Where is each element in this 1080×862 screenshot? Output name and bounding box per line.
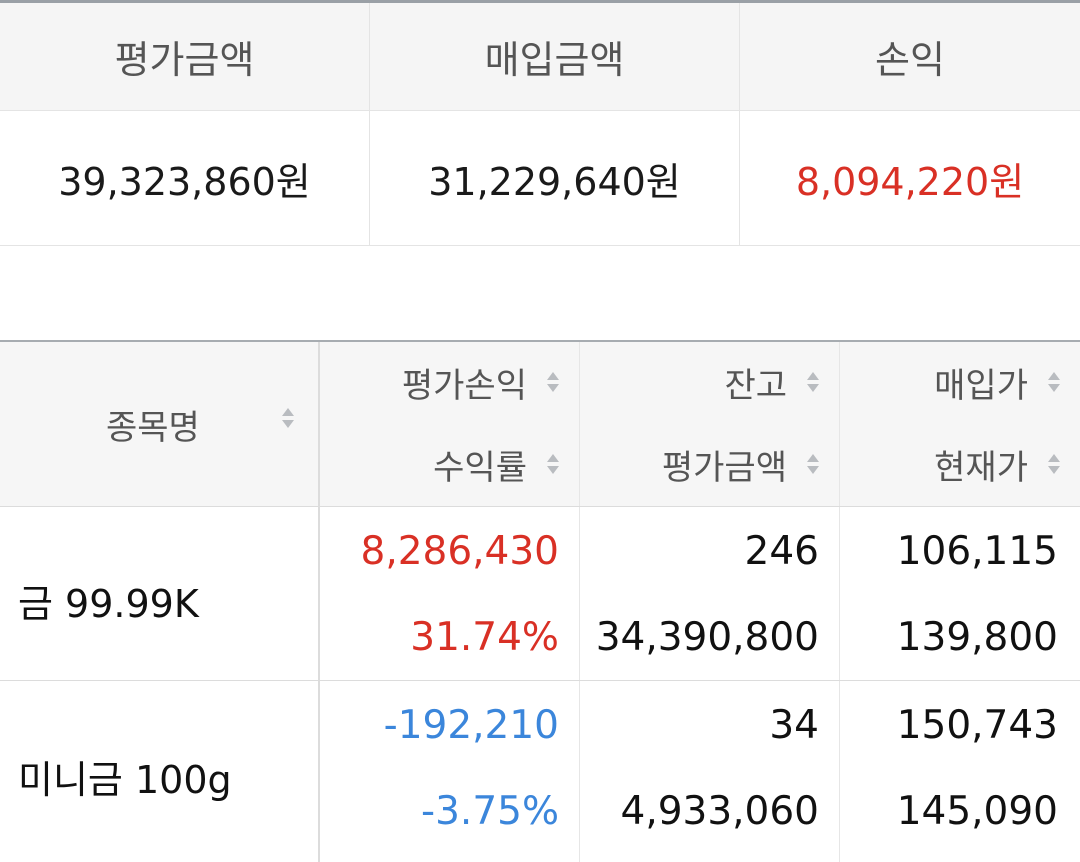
profit-loss-value: 8,286,430 (360, 529, 560, 574)
row-price-cell: 150,743 145,090 (840, 681, 1080, 862)
header-eval-amount[interactable]: 평가금액 (662, 444, 819, 488)
header-price-column: 매입가 현재가 (840, 342, 1080, 506)
row-name-cell: 미니금 100g (0, 681, 320, 862)
current-price-value: 139,800 (896, 615, 1058, 660)
summary-header-row: 평가금액 매입금액 손익 (0, 3, 1080, 111)
summary-profit-loss: 8,094,220원 (795, 159, 1025, 204)
summary-header-profit-loss: 손익 (875, 38, 945, 82)
header-quantity[interactable]: 잔고 (724, 362, 819, 406)
row-balance-cell: 246 34,390,800 (580, 507, 840, 680)
sort-updown-icon[interactable] (547, 454, 559, 474)
item-name: 미니금 100g (18, 758, 232, 802)
header-profit-column: 평가손익 수익률 (320, 342, 580, 506)
summary-eval-amount: 39,323,860원 (0, 111, 370, 245)
row-name-cell: 금 99.99K (0, 507, 320, 680)
row-balance-cell: 34 4,933,060 (580, 681, 840, 862)
header-profit-loss-label: 평가손익 (401, 365, 527, 406)
header-quantity-label: 잔고 (724, 365, 787, 406)
holdings-header-row: 종목명 평가손익 수익률 잔고 평가금액 매입가 현재가 (0, 342, 1080, 507)
summary-header-purchase-amount: 매입금액 (370, 3, 740, 110)
sort-updown-icon[interactable] (282, 408, 294, 428)
summary-value-row: 39,323,860원 31,229,640원 8,094,220원 (0, 111, 1080, 246)
header-name-label: 종목명 (106, 408, 200, 448)
return-rate-value: 31.74% (410, 615, 559, 660)
table-row[interactable]: 미니금 100g -192,210 -3.75% 34 4,933,060 15… (0, 681, 1080, 862)
header-current-price[interactable]: 현재가 (934, 444, 1060, 488)
sort-updown-icon[interactable] (547, 372, 559, 392)
profit-loss-value: -192,210 (383, 703, 559, 748)
row-price-cell: 106,115 139,800 (840, 507, 1080, 680)
header-current-price-label: 현재가 (934, 447, 1028, 488)
header-eval-amount-label: 평가금액 (661, 447, 787, 488)
item-name: 금 99.99K (18, 582, 199, 626)
buy-price-value: 106,115 (896, 529, 1058, 574)
summary-table: 평가금액 매입금액 손익 39,323,860원 31,229,640원 8,0… (0, 0, 1080, 246)
sort-updown-icon[interactable] (807, 454, 819, 474)
sort-updown-icon[interactable] (1048, 372, 1060, 392)
current-price-value: 145,090 (896, 789, 1058, 834)
quantity-value: 246 (744, 529, 819, 574)
row-profit-cell: 8,286,430 31.74% (320, 507, 580, 680)
sort-updown-icon[interactable] (807, 372, 819, 392)
header-profit-loss[interactable]: 평가손익 (402, 362, 559, 406)
quantity-value: 34 (769, 703, 819, 748)
eval-amount-value: 4,933,060 (620, 789, 820, 834)
summary-header-eval-amount: 평가금액 (0, 3, 370, 110)
table-row[interactable]: 금 99.99K 8,286,430 31.74% 246 34,390,800… (0, 507, 1080, 681)
header-balance-column: 잔고 평가금액 (580, 342, 840, 506)
header-return-rate[interactable]: 수익률 (433, 444, 559, 488)
summary-purchase-amount: 31,229,640원 (370, 111, 740, 245)
eval-amount-value: 34,390,800 (595, 615, 819, 660)
holdings-table: 종목명 평가손익 수익률 잔고 평가금액 매입가 현재가 금 99.99K 8,… (0, 340, 1080, 862)
return-rate-value: -3.75% (421, 789, 559, 834)
header-return-rate-label: 수익률 (433, 447, 527, 488)
header-buy-price-label: 매입가 (934, 365, 1028, 406)
header-name-column[interactable]: 종목명 (0, 342, 320, 506)
row-profit-cell: -192,210 -3.75% (320, 681, 580, 862)
buy-price-value: 150,743 (896, 703, 1058, 748)
sort-updown-icon[interactable] (1048, 454, 1060, 474)
header-buy-price[interactable]: 매입가 (934, 362, 1060, 406)
